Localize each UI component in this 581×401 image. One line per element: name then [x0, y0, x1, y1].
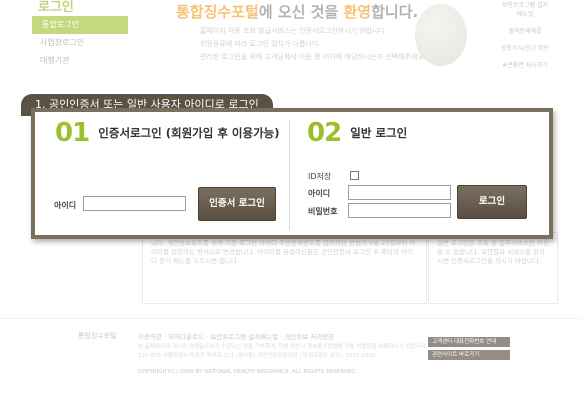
save-id-label: ID저장 [308, 172, 332, 181]
section-title: 인증서로그인 (회원가입 후 이용가능) [98, 126, 280, 140]
section-number: 01 [55, 118, 90, 148]
cert-id-input[interactable] [83, 196, 186, 211]
cert-id-label: 아이디 [54, 201, 77, 210]
save-id-checkbox[interactable] [350, 171, 359, 180]
login-popup: 01 인증서로그인 (회원가입 후 이용가능) 아이디 인증서 로그인 02 일… [31, 108, 553, 239]
certificate-login-header: 01 인증서로그인 (회원가입 후 이용가능) [55, 118, 280, 148]
general-id-label: 아이디 [308, 189, 331, 198]
certificate-login-button[interactable]: 인증서 로그인 [198, 187, 276, 221]
general-login-button[interactable]: 로그인 [457, 185, 527, 219]
section-divider [289, 120, 290, 230]
section-title: 일반 로그인 [350, 126, 408, 140]
password-label: 비밀번호 [308, 207, 338, 216]
password-input[interactable] [348, 203, 451, 218]
general-login-header: 02 일반 로그인 [307, 118, 407, 148]
section-number: 02 [307, 118, 342, 148]
general-id-input[interactable] [348, 185, 451, 200]
